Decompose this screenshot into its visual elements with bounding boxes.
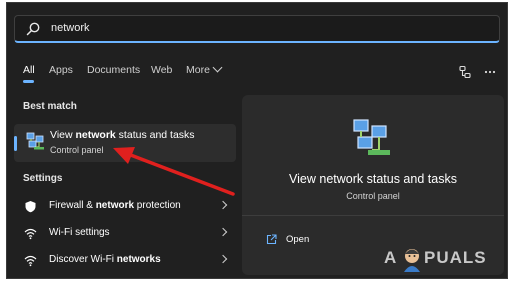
tab-all[interactable]: All <box>23 64 35 76</box>
best-match-title-pre: View <box>50 129 76 141</box>
wifi-icon <box>24 255 37 267</box>
open-action[interactable]: Open <box>286 234 309 245</box>
settings-heading: Settings <box>23 173 63 184</box>
best-match-title: View network status and tasks <box>50 129 195 141</box>
search-icon <box>26 22 40 36</box>
search-box[interactable]: network <box>14 15 500 43</box>
setting-label: Wi-Fi settings <box>49 227 110 238</box>
tab-more-label: More <box>186 64 210 76</box>
chevron-down-icon <box>212 62 223 73</box>
setting-label-bold: networks <box>116 254 161 265</box>
chevron-right-icon <box>218 254 228 264</box>
best-match-result[interactable]: View network status and tasks Control pa… <box>14 124 236 162</box>
network-monitors-icon <box>353 119 390 155</box>
best-match-subtitle: Control panel <box>50 145 104 155</box>
preview-title: View network status and tasks <box>289 172 457 186</box>
preview-pane: View network status and tasks Control pa… <box>242 95 504 275</box>
best-match-heading: Best match <box>23 101 77 112</box>
mascot-icon <box>404 249 420 272</box>
tab-more[interactable]: More <box>186 62 223 76</box>
tab-apps[interactable]: Apps <box>49 64 73 76</box>
wifi-icon <box>24 228 37 240</box>
tab-active-indicator <box>23 80 34 83</box>
watermark-text-b: PUALS <box>424 248 487 267</box>
tab-documents[interactable]: Documents <box>87 64 140 76</box>
open-external-icon[interactable] <box>266 234 277 245</box>
selection-indicator <box>14 136 17 151</box>
setting-wifi[interactable]: Wi-Fi settings <box>14 220 236 246</box>
best-match-title-post: status and tasks <box>115 129 195 141</box>
preview-subtitle: Control panel <box>346 191 400 201</box>
setting-discover-wifi[interactable]: Discover Wi-Fi networks <box>14 247 236 273</box>
watermark-text-a: A <box>384 248 398 267</box>
setting-firewall[interactable]: Firewall & network protection <box>14 193 236 219</box>
filter-tabs: All Apps Documents Web More <box>7 58 507 84</box>
more-options-icon[interactable] <box>483 65 497 79</box>
share-diagram-icon[interactable] <box>458 65 472 79</box>
setting-label-post: protection <box>134 200 181 211</box>
chevron-right-icon <box>218 227 228 237</box>
search-window: network All Apps Documents Web More Best… <box>6 2 508 279</box>
chevron-right-icon <box>218 200 228 210</box>
divider <box>242 215 504 216</box>
setting-label-pre: Wi-Fi settings <box>49 227 110 238</box>
network-monitors-icon <box>26 132 44 150</box>
search-input[interactable]: network <box>51 22 90 34</box>
setting-label: Discover Wi-Fi networks <box>49 254 161 265</box>
setting-label-bold: network <box>95 200 135 211</box>
best-match-title-bold: network <box>75 129 116 141</box>
setting-label: Firewall & network protection <box>49 200 181 211</box>
setting-label-pre: Discover Wi-Fi <box>49 254 117 265</box>
appuals-watermark: A PUALS <box>384 246 502 272</box>
setting-label-pre: Firewall & <box>49 200 96 211</box>
shield-icon <box>25 201 36 213</box>
tab-web[interactable]: Web <box>151 64 172 76</box>
